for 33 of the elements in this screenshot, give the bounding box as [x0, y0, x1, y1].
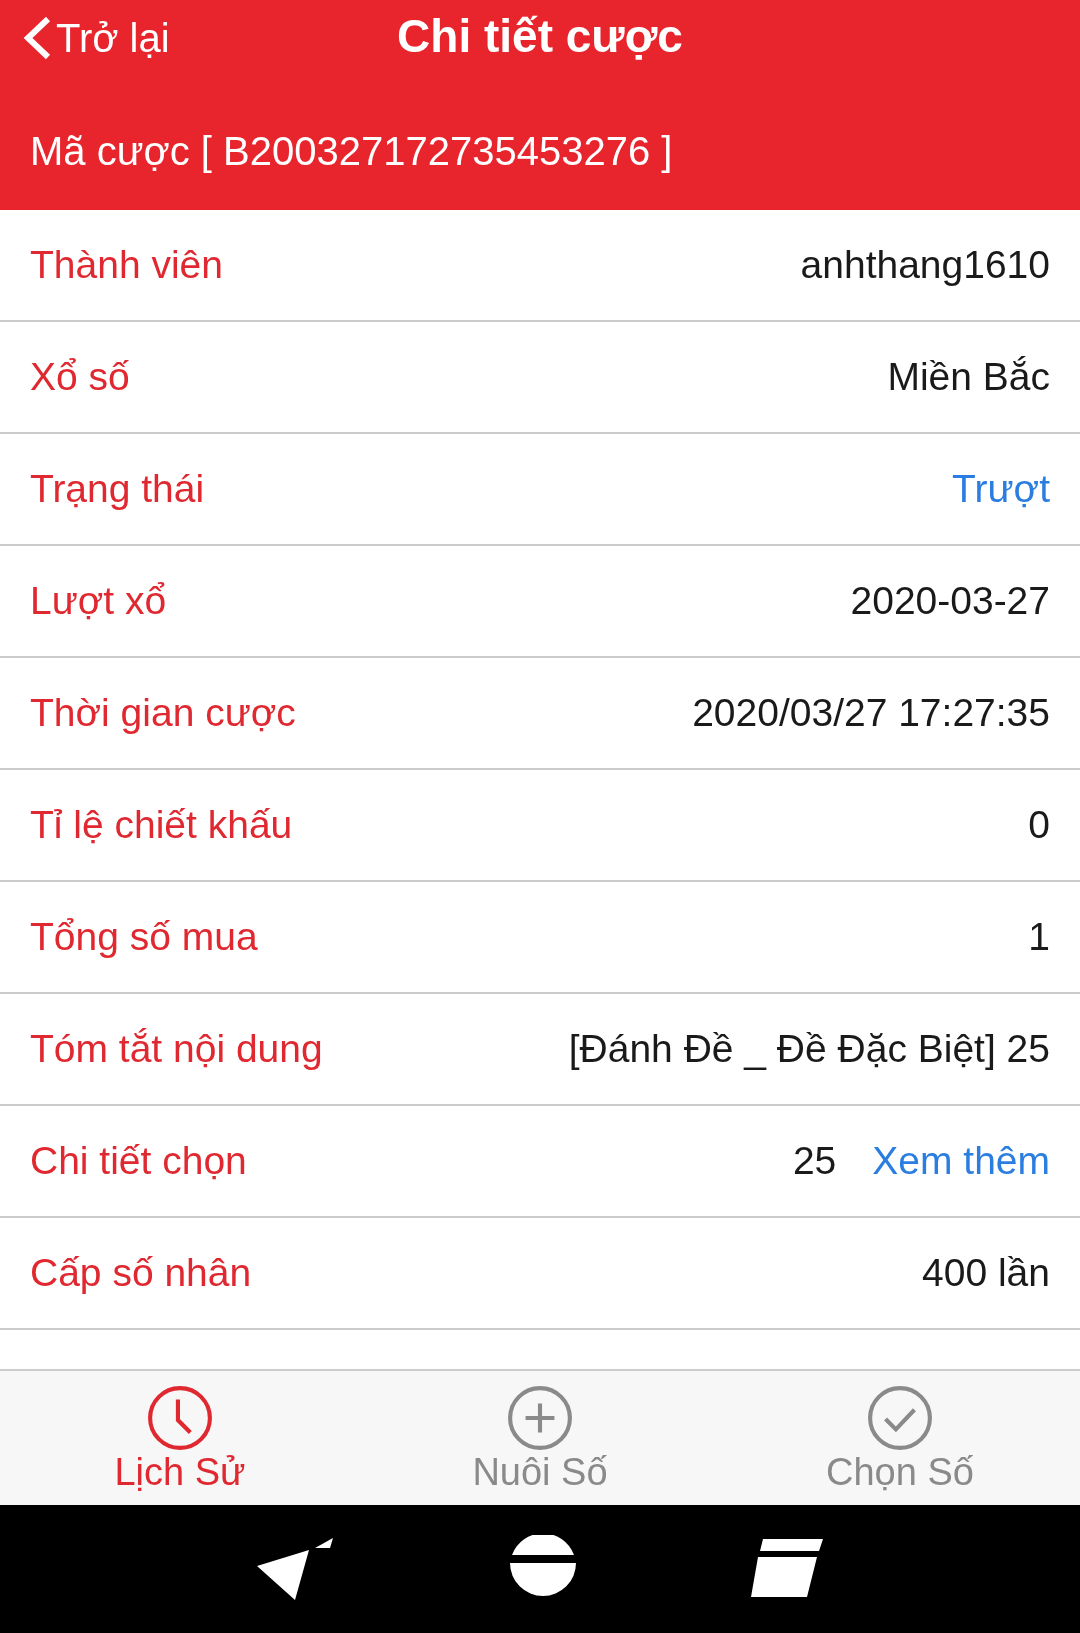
tab[interactable]: Lịch Sử — [0, 1371, 360, 1505]
tab[interactable]: Chọn Số — [720, 1371, 1080, 1505]
bet-code: Mã cược [ B200327172735453276 ] — [30, 128, 673, 175]
field-value: 0 — [1028, 801, 1050, 848]
see-more-link[interactable]: Xem thêm — [872, 1131, 1050, 1191]
field-label: Trạng thái — [30, 465, 205, 512]
field-label: Cấp số nhân — [30, 1249, 252, 1296]
field-label: Thời gian cược — [30, 689, 296, 736]
field-value: 2020/03/27 17:27:35 — [692, 689, 1050, 736]
field-value: anhthang1610 — [800, 241, 1050, 288]
field-label: Tổng số mua — [30, 913, 258, 960]
field-value: [Đánh Đề _ Đề Đặc Biệt] 25 — [568, 1025, 1050, 1072]
field-label: Thành viên — [30, 241, 223, 288]
tab[interactable]: Nuôi Số — [360, 1371, 720, 1505]
checkmark-icon — [867, 1385, 933, 1451]
clock-icon — [147, 1385, 213, 1451]
field-value: 25 — [792, 1137, 837, 1184]
field-label: Chi tiết chọn — [30, 1137, 247, 1184]
plus-icon — [507, 1385, 573, 1451]
status-value: Trượt — [952, 465, 1050, 512]
recent-apps-icon[interactable] — [751, 1539, 823, 1599]
field-label: Lượt xổ — [30, 577, 167, 624]
field-label: Tỉ lệ chiết khấu — [30, 801, 293, 848]
field-label: Xổ số — [30, 353, 130, 400]
field-label: Tóm tắt nội dung — [30, 1025, 323, 1072]
back-icon — [22, 15, 52, 61]
back-nav-icon[interactable] — [257, 1536, 335, 1602]
field-value: 400 lần — [922, 1249, 1050, 1296]
field-value: Miền Bắc — [887, 353, 1050, 400]
field-value: 2020-03-27 — [850, 577, 1050, 624]
back-button[interactable]: Trở lại — [22, 8, 170, 68]
screen-title: Chi tiết cược — [397, 8, 683, 64]
field-value: 1 — [1028, 913, 1050, 960]
